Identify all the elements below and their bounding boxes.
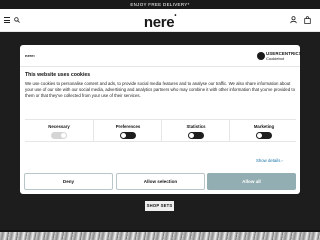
chevron-right-icon: › [281, 158, 283, 163]
site-logo[interactable]: nere• [0, 13, 320, 30]
site-header: nere• [0, 9, 320, 32]
provider-sub: Cookiebot [266, 56, 285, 61]
dialog-body-text: We use cookies to personalise content an… [25, 81, 295, 99]
show-details-label: Show details [256, 158, 281, 163]
toggle-label: Marketing [253, 124, 275, 129]
toggle-statistics: Statistics [161, 120, 229, 141]
dialog-brand-logo: nere• [25, 53, 35, 58]
toggle-preferences: Preferences [93, 120, 161, 141]
dialog-brand-row: nere• USERCENTRICS Cookiebot [20, 45, 302, 67]
logo-mark: • [174, 13, 177, 19]
logo-text: nere [143, 14, 175, 31]
usercentrics-logo[interactable]: USERCENTRICS Cookiebot [257, 51, 302, 63]
cookie-consent-dialog: nere• USERCENTRICS Cookiebot This websit… [20, 45, 302, 194]
allow-selection-button[interactable]: Allow selection [116, 173, 205, 190]
toggle-label: Preferences [115, 124, 141, 129]
shop-sets-button[interactable]: SHOP SETS [145, 201, 174, 211]
deny-button[interactable]: Deny [24, 173, 113, 190]
allow-all-button[interactable]: Allow all [207, 173, 296, 190]
user-icon[interactable] [290, 16, 297, 24]
preferences-switch[interactable] [120, 132, 136, 139]
dialog-title: This website uses cookies [25, 72, 91, 78]
toggle-necessary: Necessary [25, 120, 93, 141]
marketing-switch[interactable] [256, 132, 272, 139]
necessary-switch [51, 132, 67, 139]
toggle-marketing: Marketing [229, 120, 297, 141]
show-details-link[interactable]: Show details› [256, 158, 283, 163]
usercentrics-logo-icon [257, 52, 265, 60]
consent-toggles: Necessary Preferences Statistics Marketi… [25, 119, 296, 142]
product-image-strip [0, 232, 320, 240]
promo-bar: ENJOY FREE DELIVERY* [0, 0, 320, 9]
statistics-switch[interactable] [188, 132, 204, 139]
toggle-label: Statistics [186, 124, 206, 129]
shopping-bag-icon[interactable] [304, 16, 311, 24]
toggle-label: Necessary [48, 124, 70, 129]
